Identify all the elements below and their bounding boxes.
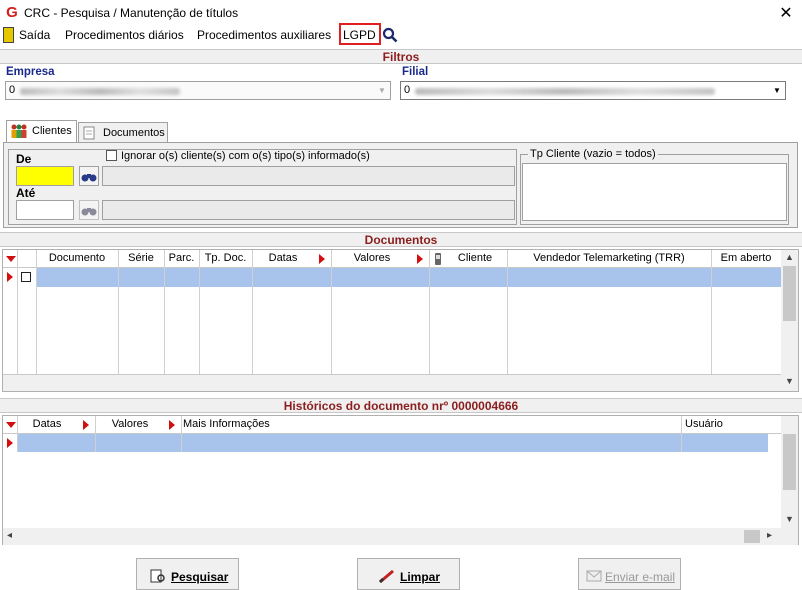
chevron-down-icon: ▼ — [773, 86, 781, 95]
col-documento[interactable]: Documento — [36, 252, 118, 264]
documents-heading: Documentos — [0, 232, 802, 247]
ate-label: Até — [16, 186, 36, 200]
col-cliente[interactable]: Cliente — [443, 252, 507, 264]
search-icon[interactable] — [382, 27, 398, 43]
col-parc[interactable]: Parc. — [164, 252, 199, 264]
expand-datas-icon[interactable] — [319, 254, 325, 264]
history-hscroll-thumb[interactable] — [744, 530, 760, 543]
send-email-button[interactable]: Enviar e-mail — [578, 558, 681, 590]
documents-selected-row[interactable] — [36, 268, 781, 287]
history-hscrollbar[interactable]: ◂ ▸ — [3, 528, 798, 545]
pencil-icon — [378, 569, 394, 583]
tab-clientes-label: Clientes — [32, 125, 72, 137]
search-button[interactable]: Pesquisar — [136, 558, 239, 590]
chevron-right-icon[interactable]: ▸ — [767, 530, 772, 541]
empresa-redacted — [20, 88, 180, 95]
lgpd-highlight — [339, 23, 381, 45]
people-icon — [11, 124, 27, 138]
documents-grid: Documento Série Parc. Tp. Doc. Datas Val… — [2, 249, 799, 392]
de-client-name — [102, 166, 515, 186]
filial-label: Filial — [402, 66, 429, 78]
col-tp-doc[interactable]: Tp. Doc. — [199, 252, 252, 264]
col-datas[interactable]: Datas — [252, 252, 314, 264]
chevron-up-icon[interactable]: ▲ — [782, 252, 797, 262]
row-pointer-icon — [7, 438, 13, 448]
send-email-button-label: Enviar e-mail — [605, 570, 676, 584]
clear-button-label: Limpar — [400, 570, 441, 584]
col-valores[interactable]: Valores — [331, 252, 413, 264]
history-scroll-thumb[interactable] — [783, 434, 796, 490]
app-logo-icon: G — [6, 4, 18, 21]
hist-col-datas[interactable]: Datas — [17, 418, 77, 430]
chevron-down-icon[interactable]: ▼ — [782, 514, 797, 524]
row-pointer-icon — [7, 272, 13, 282]
documents-scroll-thumb[interactable] — [783, 266, 796, 321]
tab-documentos[interactable]: Documentos — [78, 122, 168, 142]
ignore-label: Ignorar o(s) cliente(s) com o(s) tipo(s)… — [121, 150, 370, 162]
menu-auxiliary-procedures[interactable]: Procedimentos auxiliares — [197, 28, 331, 42]
col-em-aberto[interactable]: Em aberto — [711, 252, 781, 264]
ignore-checkbox[interactable] — [106, 150, 117, 161]
document-icon — [83, 126, 95, 140]
expand-valores-icon[interactable] — [417, 254, 423, 264]
history-vscrollbar[interactable]: ▼ — [781, 416, 798, 528]
documents-grid-header: Documento Série Parc. Tp. Doc. Datas Val… — [3, 250, 781, 268]
tab-documentos-label: Documentos — [103, 127, 165, 139]
expand-datas-icon[interactable] — [83, 420, 89, 430]
exit-icon — [3, 27, 14, 43]
de-input[interactable] — [16, 166, 74, 186]
chevron-down-icon: ▼ — [378, 86, 386, 95]
clear-button[interactable]: Limpar — [357, 558, 460, 590]
chevron-down-icon[interactable]: ▼ — [782, 376, 797, 386]
phone-icon — [435, 253, 441, 265]
document-search-icon — [150, 569, 165, 583]
window-title: CRC - Pesquisa / Manutenção de títulos — [24, 6, 239, 20]
ate-input[interactable] — [16, 200, 74, 220]
history-selected-row[interactable] — [17, 434, 768, 452]
binoculars-icon — [81, 174, 97, 182]
tab-clientes[interactable]: Clientes — [6, 120, 77, 143]
filial-redacted — [415, 88, 715, 95]
menu-daily-procedures[interactable]: Procedimentos diários — [65, 28, 184, 42]
filial-select[interactable]: 0 ▼ — [400, 81, 786, 100]
de-search-button[interactable] — [79, 166, 99, 186]
col-serie[interactable]: Série — [118, 252, 164, 264]
ate-client-name — [102, 200, 515, 220]
empresa-label: Empresa — [6, 66, 55, 78]
documents-summary-row — [3, 374, 781, 391]
expand-valores-icon[interactable] — [169, 420, 175, 430]
filial-value: 0 — [404, 84, 411, 96]
email-icon — [586, 570, 602, 582]
documents-vscrollbar[interactable]: ▲ ▼ — [781, 250, 798, 391]
history-grid: Datas Valores Mais Informações Usuário ▼… — [2, 415, 799, 545]
col-vendedor[interactable]: Vendedor Telemarketing (TRR) — [507, 252, 711, 264]
dropdown-triangle-icon[interactable] — [6, 256, 16, 262]
ate-search-button[interactable] — [79, 200, 99, 220]
empresa-select[interactable]: 0 ▼ — [5, 81, 391, 100]
history-grid-header: Datas Valores Mais Informações Usuário — [3, 416, 781, 434]
binoculars-icon — [81, 208, 97, 216]
empresa-value: 0 — [9, 84, 16, 96]
hist-col-mais-info[interactable]: Mais Informações — [183, 418, 270, 430]
row-checkbox[interactable] — [21, 272, 31, 282]
search-button-label: Pesquisar — [171, 570, 229, 584]
filters-heading: Filtros — [0, 49, 802, 64]
tp-cliente-label: Tp Cliente (vazio = todos) — [528, 148, 658, 160]
menu-exit[interactable]: Saída — [19, 28, 50, 42]
menu-bar: Saída Procedimentos diários Procedimento… — [0, 25, 802, 46]
de-label: De — [16, 152, 32, 166]
tp-cliente-list[interactable] — [522, 163, 787, 221]
hist-col-usuario[interactable]: Usuário — [685, 418, 723, 430]
close-button[interactable]: ✕ — [778, 3, 794, 23]
history-heading: Históricos do documento nrº 0000004666 — [0, 398, 802, 413]
dropdown-triangle-icon[interactable] — [6, 422, 16, 428]
hist-col-valores[interactable]: Valores — [95, 418, 165, 430]
chevron-left-icon[interactable]: ◂ — [7, 530, 12, 541]
